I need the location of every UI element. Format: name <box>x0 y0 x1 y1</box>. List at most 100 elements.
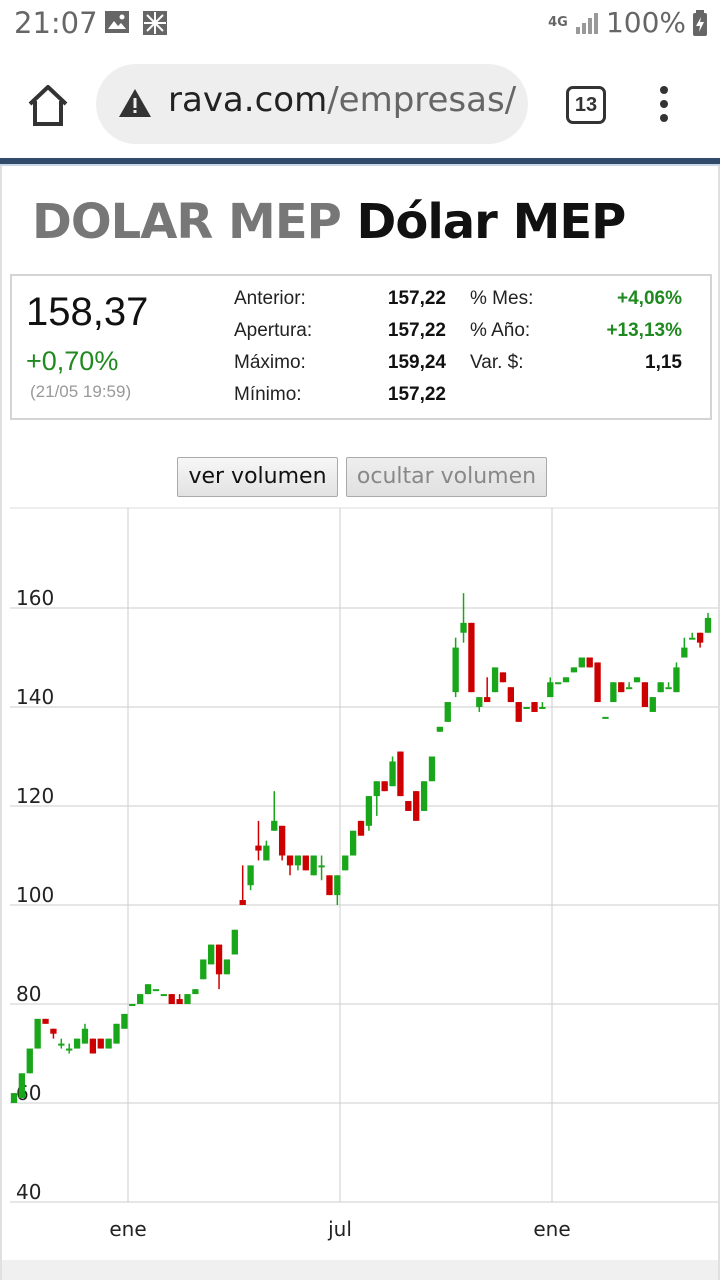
candle-body <box>73 1038 81 1049</box>
page-title: DOLAR MEP Dólar MEP <box>32 194 626 250</box>
stat-label: % Mes: <box>470 288 534 309</box>
hide-volume-button[interactable]: ocultar volumen <box>346 457 547 497</box>
home-icon[interactable] <box>24 82 72 128</box>
candle-body <box>342 855 349 871</box>
candle-body <box>610 682 617 703</box>
candle-body <box>602 716 609 719</box>
candle-body <box>255 845 262 851</box>
candle-body <box>34 1018 41 1049</box>
stat-label: Anterior: <box>234 288 306 309</box>
candle-body <box>176 999 183 1004</box>
network-type: 4G <box>548 15 568 30</box>
stat-value: 1,15 <box>645 352 682 373</box>
url-domain: rava.com <box>168 80 328 120</box>
status-right: 4G 100% <box>548 6 708 39</box>
candle-body <box>594 662 601 703</box>
candle-body <box>673 667 680 693</box>
candle-body <box>286 855 294 866</box>
last-price: 158,37 <box>26 290 149 334</box>
candle-body <box>129 1004 136 1006</box>
candle-body <box>278 825 286 856</box>
candle-body <box>452 647 459 693</box>
stat-label: Máximo: <box>234 352 306 373</box>
stat-value: 157,22 <box>387 320 446 341</box>
candle-body <box>26 1048 33 1074</box>
candle-body <box>239 900 246 905</box>
stat-value: 159,24 <box>387 352 446 373</box>
candle-body <box>641 682 649 707</box>
candle-body <box>413 791 420 821</box>
candle-body <box>18 1073 26 1099</box>
candle-body <box>428 756 436 782</box>
candle-body <box>58 1043 65 1046</box>
candle-body <box>192 989 199 995</box>
show-volume-button[interactable]: ver volumen <box>177 457 338 497</box>
candle-body <box>318 865 325 868</box>
y-tick-label: 40 <box>16 1180 41 1204</box>
url-text[interactable]: rava.com/empresas/p <box>168 80 518 120</box>
candle-body <box>405 801 412 811</box>
candle-body <box>137 994 144 1004</box>
candle-body <box>523 707 530 709</box>
app-notification-icon <box>143 11 167 35</box>
toolbar-divider <box>0 158 720 166</box>
candle-body <box>696 632 704 643</box>
candle-body <box>689 637 696 640</box>
candle-body <box>562 677 570 683</box>
warning-icon[interactable] <box>118 88 152 118</box>
candle-body <box>208 944 215 965</box>
candle-body <box>444 702 451 722</box>
y-tick-label: 80 <box>16 982 41 1006</box>
price-change: +0,70% <box>26 346 119 376</box>
candle-body <box>263 845 270 861</box>
candle-body <box>81 1028 89 1044</box>
candle-body <box>547 682 554 698</box>
stat-label: Apertura: <box>234 320 313 341</box>
stat-value-positive: +4,06% <box>617 288 682 309</box>
candle-body <box>271 820 278 831</box>
candle-body <box>625 687 633 690</box>
candle-body <box>365 796 373 826</box>
overflow-menu-icon[interactable] <box>656 86 672 126</box>
price-chart[interactable]: 406080100120140160ene jul ene <box>2 506 718 1280</box>
candle-body <box>113 1023 120 1044</box>
candle-body <box>357 820 365 836</box>
y-tick-label: 160 <box>16 586 54 610</box>
candle-body <box>42 1018 49 1024</box>
candle-body <box>97 1038 104 1049</box>
candle-body <box>491 667 499 693</box>
status-time: 21:07 <box>14 6 98 40</box>
stat-value: 157,22 <box>387 384 446 405</box>
candle-body <box>633 677 641 683</box>
candle-body <box>373 781 380 797</box>
candle-body <box>215 944 223 975</box>
candle-body <box>152 989 160 992</box>
candle-body <box>649 697 656 712</box>
candle-body <box>468 622 475 693</box>
candle-body <box>160 994 167 997</box>
candle-body <box>531 702 538 712</box>
x-tick-label: ene <box>109 1217 146 1241</box>
candle-body <box>223 959 231 975</box>
tab-switcher-button[interactable]: 13 <box>566 86 606 124</box>
status-bar: 21:07 4G 100% <box>0 0 720 48</box>
candle-body <box>66 1048 73 1051</box>
stat-label: Mínimo: <box>234 384 302 405</box>
candle-body <box>334 875 341 896</box>
url-bar[interactable]: rava.com/empresas/p <box>96 64 528 144</box>
page-content: DOLAR MEP Dólar MEP 158,37 +0,70% (21/05… <box>0 166 720 1280</box>
candle-body <box>381 781 388 792</box>
candle-body <box>555 682 562 685</box>
candle-body <box>184 994 191 1004</box>
candle-body <box>507 687 514 703</box>
stat-label: Var. $: <box>470 352 524 373</box>
candle-body <box>578 657 585 668</box>
x-tick-label: jul <box>327 1217 352 1241</box>
y-tick-label: 100 <box>16 883 54 907</box>
candle-body <box>397 751 404 797</box>
signal-icon <box>575 12 598 34</box>
candle-body <box>349 830 357 856</box>
y-tick-label: 120 <box>16 784 54 808</box>
candle-body <box>420 781 428 811</box>
candle-body <box>302 855 309 871</box>
